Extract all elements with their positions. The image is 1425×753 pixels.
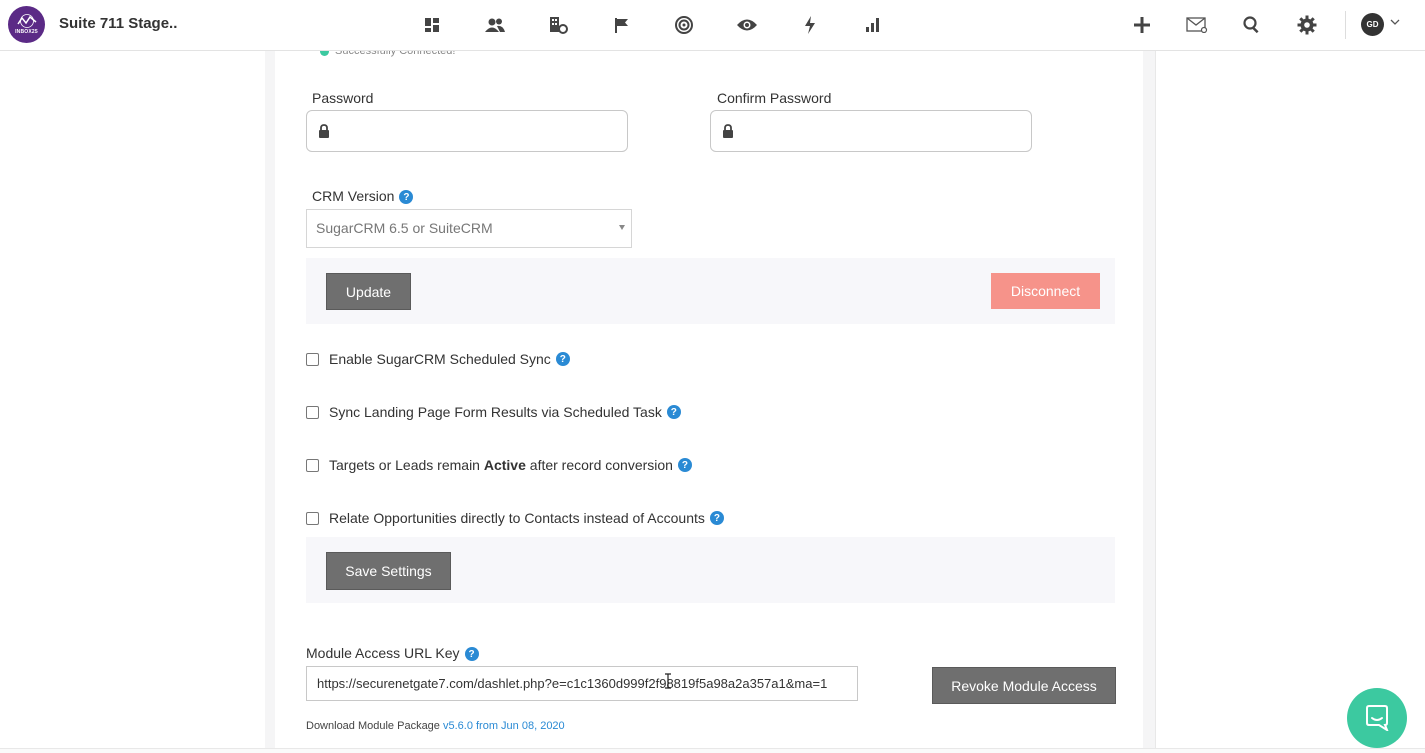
relate-opps-label: Relate Opportunities directly to Contact… [329, 510, 705, 526]
targets-prefix: Targets or Leads remain [329, 457, 484, 473]
password-label: Password [312, 90, 374, 106]
logo-wave-icon [16, 14, 36, 28]
module-url-input[interactable]: https://securenetgate7.com/dashlet.php?e… [306, 666, 858, 701]
enable-sync-row: Enable SugarCRM Scheduled Sync ? [306, 351, 570, 367]
confirm-password-label: Confirm Password [717, 90, 832, 106]
main-nav [420, 13, 924, 37]
crm-version-label: CRM Version? [312, 188, 414, 205]
plus-icon[interactable] [1130, 13, 1154, 37]
gear-icon[interactable] [1295, 13, 1319, 37]
help-icon[interactable]: ? [464, 647, 479, 662]
user-avatar[interactable]: GD [1361, 13, 1384, 36]
targets-suffix: after record conversion [525, 457, 673, 473]
module-access-label-text: Module Access URL Key [306, 645, 460, 661]
relate-opps-checkbox[interactable] [306, 511, 319, 525]
chat-launcher-button[interactable] [1347, 688, 1407, 748]
download-module-link[interactable]: v5.6.0 from Jun 08, 2020 [443, 720, 565, 732]
lightning-icon[interactable] [798, 13, 822, 37]
targets-bold: Active [483, 457, 526, 473]
lock-icon [723, 124, 733, 138]
left-gutter [265, 51, 275, 752]
app-logo[interactable]: INBOX25 [8, 6, 45, 43]
targets-active-checkbox[interactable] [306, 458, 319, 472]
module-access-label: Module Access URL Key? [306, 645, 479, 662]
confirm-password-field[interactable] [710, 110, 1032, 152]
targets-active-row: Targets or Leads remain Active after rec… [306, 457, 692, 473]
crm-version-label-text: CRM Version [312, 188, 395, 204]
bottom-edge [0, 748, 1425, 753]
chevron-down-icon[interactable] [1390, 18, 1400, 26]
mail-icon[interactable] [1185, 13, 1209, 37]
help-icon[interactable]: ? [399, 190, 414, 205]
disconnect-button[interactable]: Disconnect [991, 273, 1100, 309]
left-blank-column [0, 51, 266, 752]
text-cursor-icon [665, 673, 671, 689]
search-icon[interactable] [1240, 13, 1264, 37]
dashboard-icon[interactable] [420, 13, 444, 37]
app-title[interactable]: Suite 711 Stage.. [59, 15, 177, 32]
caret-down-icon [619, 225, 625, 230]
sync-landing-row: Sync Landing Page Form Results via Sched… [306, 404, 681, 420]
relate-opps-row: Relate Opportunities directly to Contact… [306, 510, 724, 526]
contacts-icon[interactable] [483, 13, 507, 37]
logo-text: INBOX25 [15, 29, 38, 35]
sync-landing-checkbox[interactable] [306, 405, 319, 419]
reports-bar-icon[interactable] [861, 13, 885, 37]
companies-icon[interactable] [546, 13, 570, 37]
enable-sync-label: Enable SugarCRM Scheduled Sync [329, 351, 551, 367]
right-gutter [1143, 51, 1156, 752]
help-icon[interactable]: ? [709, 511, 724, 525]
help-icon[interactable]: ? [677, 458, 692, 472]
top-nav-bar: INBOX25 Suite 711 Stage.. GD [0, 0, 1425, 51]
help-icon[interactable]: ? [555, 352, 570, 366]
targets-active-label: Targets or Leads remain Active after rec… [329, 457, 673, 473]
campaigns-flag-icon[interactable] [609, 13, 633, 37]
help-icon[interactable]: ? [666, 405, 681, 419]
nav-divider [1345, 11, 1346, 39]
download-prefix: Download Module Package [306, 720, 443, 732]
crm-version-value: SugarCRM 6.5 or SuiteCRM [316, 220, 493, 236]
download-module-text: Download Module Package v5.6.0 from Jun … [306, 720, 565, 732]
target-icon[interactable] [672, 13, 696, 37]
password-field[interactable] [306, 110, 628, 152]
crm-version-select[interactable]: SugarCRM 6.5 or SuiteCRM [306, 209, 632, 248]
eye-icon[interactable] [735, 13, 759, 37]
save-settings-button[interactable]: Save Settings [326, 552, 451, 590]
revoke-module-access-button[interactable]: Revoke Module Access [932, 667, 1116, 704]
lock-icon [319, 124, 329, 138]
enable-sync-checkbox[interactable] [306, 352, 319, 366]
sync-landing-label: Sync Landing Page Form Results via Sched… [329, 404, 662, 420]
chat-icon [1366, 705, 1389, 731]
update-button[interactable]: Update [326, 273, 411, 310]
